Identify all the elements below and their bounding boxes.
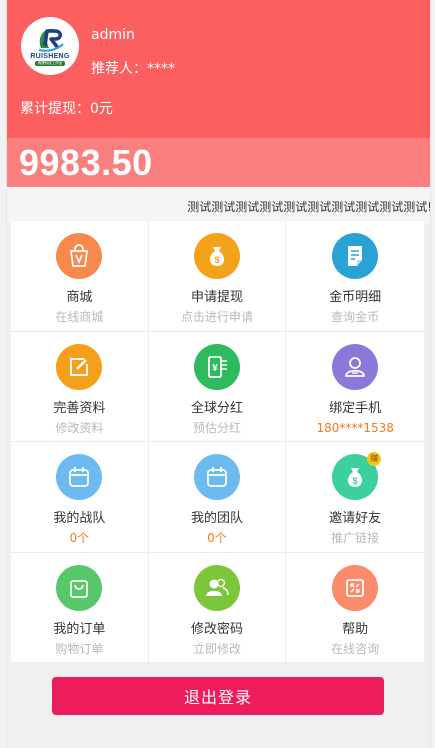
calendar-icon: [56, 454, 103, 500]
bag-icon: [56, 564, 103, 611]
announcement-marquee: 测试测试测试测试测试测试测试测试测试测试!: [7, 187, 430, 223]
menu-item-my-squad[interactable]: 我的战队 0个: [11, 442, 149, 553]
earn-badge: 赚: [367, 452, 382, 466]
menu-item-withdraw[interactable]: $ 申请提现 点击进行申请: [148, 221, 287, 332]
menu-label: 帮助: [342, 621, 369, 637]
member-center: RUISHENG 睿晟科技工作室 admin 推荐人：**** 累计提现：0元 …: [6, 0, 431, 748]
balance-display: 9983.50: [7, 138, 430, 187]
menu-sublabel: 在线咨询: [331, 641, 380, 656]
menu-item-global-dividend[interactable]: ¥ 全球分红 预估分红: [148, 331, 287, 442]
menu-label: 绑定手机: [329, 400, 382, 416]
user-icon: [332, 343, 379, 390]
logout-button[interactable]: 退出登录: [52, 677, 384, 715]
expand-icon: [332, 564, 379, 611]
menu-item-invite-friends[interactable]: $ 赚 邀请好友 推广链接: [286, 442, 424, 553]
menu-item-my-team[interactable]: 我的团队 0个: [148, 442, 287, 553]
menu-sublabel: 推广链接: [331, 531, 380, 545]
menu-grid: 商城 在线商城 $ 申请提现 点击进行申请 金币明细 查询金币 完善资料 修改资…: [11, 221, 424, 663]
menu-label: 金币明细: [329, 290, 382, 305]
menu-sublabel: 购物订单: [55, 641, 104, 656]
menu-item-help[interactable]: 帮助 在线咨询: [286, 553, 424, 663]
menu-label: 全球分红: [190, 400, 243, 416]
menu-label: 邀请好友: [329, 511, 382, 526]
menu-item-change-password[interactable]: 修改密码 立即修改: [148, 552, 287, 663]
svg-text:¥: ¥: [212, 363, 218, 374]
money-bag-icon: $: [193, 233, 240, 279]
brand-logo-icon: [38, 28, 64, 52]
menu-item-my-orders[interactable]: 我的订单 购物订单: [11, 552, 149, 663]
menu-label: 修改密码: [190, 621, 243, 637]
svg-text:$: $: [353, 476, 358, 486]
edit-icon: [56, 343, 103, 390]
menu-label: 我的团队: [190, 511, 243, 526]
menu-sublabel: 在线商城: [55, 310, 104, 324]
phone-money-icon: ¥: [193, 343, 240, 390]
announcement-text: 测试测试测试测试测试测试测试测试测试测试!: [187, 200, 430, 214]
profile-header: RUISHENG 睿晟科技工作室 admin 推荐人：**** 累计提现：0元: [7, 0, 430, 138]
total-withdrawn: 累计提现：0元: [20, 101, 113, 117]
phone-number: 180****1538: [316, 420, 394, 435]
menu-label: 商城: [66, 290, 93, 305]
menu-item-mall[interactable]: 商城 在线商城: [11, 221, 149, 332]
document-icon: [332, 233, 379, 279]
menu-item-bind-phone[interactable]: 绑定手机 180****1538: [286, 332, 424, 442]
footer: 退出登录: [7, 663, 430, 748]
menu-sublabel: 预估分红: [192, 420, 241, 435]
users-icon: [193, 564, 240, 611]
logo-text: RUISHENG: [30, 53, 70, 60]
avatar[interactable]: RUISHENG 睿晟科技工作室: [21, 17, 79, 75]
menu-sublabel: 修改资料: [55, 420, 104, 435]
team-count: 0个: [207, 531, 227, 545]
svg-text:$: $: [214, 255, 219, 265]
menu-label: 申请提现: [190, 290, 243, 305]
menu-label: 我的订单: [53, 621, 106, 637]
menu-label: 我的战队: [53, 511, 106, 526]
menu-sublabel: 点击进行申请: [180, 310, 253, 324]
menu-item-edit-profile[interactable]: 完善资料 修改资料: [11, 331, 149, 442]
shopping-bag-icon: [56, 233, 103, 279]
menu-sublabel: 立即修改: [192, 641, 241, 656]
squad-count: 0个: [69, 531, 90, 545]
menu-item-coin-details[interactable]: 金币明细 查询金币: [286, 221, 424, 332]
referrer-text: 推荐人：****: [91, 61, 175, 77]
invite-money-icon: $ 赚: [332, 452, 382, 500]
menu-label: 完善资料: [53, 400, 106, 416]
username: admin: [91, 27, 135, 43]
menu-sublabel: 查询金币: [331, 310, 380, 324]
logo-subtext: 睿晟科技工作室: [34, 61, 66, 66]
calendar-icon: [193, 454, 240, 500]
